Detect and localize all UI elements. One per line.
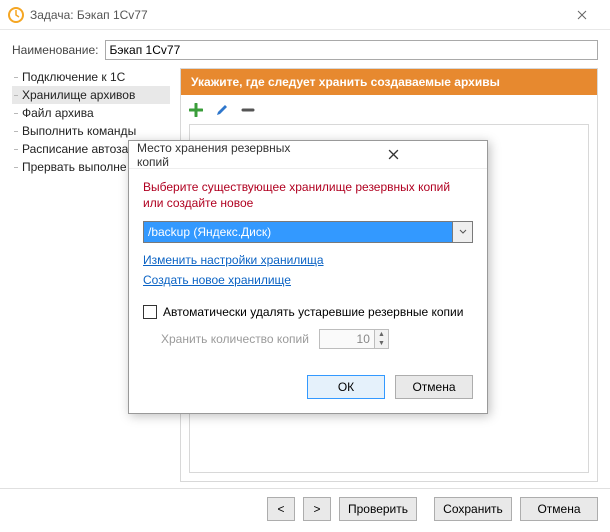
keep-copies-spinner[interactable]: ▲ ▼ <box>319 329 389 349</box>
keep-copies-input[interactable] <box>320 330 374 348</box>
pencil-icon[interactable] <box>215 103 229 117</box>
titlebar: Задача: Бэкап 1Cv77 <box>0 0 610 30</box>
separator <box>425 497 426 521</box>
sidebar-item-storage[interactable]: Хранилище архивов <box>12 86 170 104</box>
sidebar-item-commands[interactable]: Выполнить команды <box>12 122 170 140</box>
storage-modal: Место хранения резервных копий Выберите … <box>128 140 488 414</box>
storage-combo-value: /backup (Яндекс.Диск) <box>144 222 452 242</box>
modal-hint: Выберите существующее хранилище резервны… <box>143 179 473 211</box>
spinner-up-icon[interactable]: ▲ <box>375 330 388 339</box>
window-title: Задача: Бэкап 1Cv77 <box>30 8 562 22</box>
storage-combo[interactable]: /backup (Яндекс.Диск) <box>143 221 473 243</box>
modal-close-icon[interactable] <box>308 143 479 167</box>
modal-body: Выберите существующее хранилище резервны… <box>129 169 487 365</box>
link-new-storage[interactable]: Создать новое хранилище <box>143 273 291 287</box>
close-icon[interactable] <box>562 1 602 29</box>
auto-delete-label: Автоматически удалять устаревшие резервн… <box>163 305 463 319</box>
sidebar-item-connection[interactable]: Подключение к 1С <box>12 68 170 86</box>
modal-ok-button[interactable]: ОК <box>307 375 385 399</box>
app-icon <box>8 7 24 23</box>
modal-cancel-button[interactable]: Отмена <box>395 375 473 399</box>
modal-titlebar: Место хранения резервных копий <box>129 141 487 169</box>
keep-copies-row: Хранить количество копий ▲ ▼ <box>161 329 473 349</box>
link-edit-storage[interactable]: Изменить настройки хранилища <box>143 253 324 267</box>
keep-copies-label: Хранить количество копий <box>161 332 309 346</box>
spinner-buttons: ▲ ▼ <box>374 330 388 348</box>
auto-delete-row: Автоматически удалять устаревшие резервн… <box>143 305 473 319</box>
auto-delete-checkbox[interactable] <box>143 305 157 319</box>
minus-icon[interactable] <box>241 103 255 117</box>
check-button[interactable]: Проверить <box>339 497 417 521</box>
sidebar-item-archive-file[interactable]: Файл архива <box>12 104 170 122</box>
content-toolbar <box>181 95 597 122</box>
cancel-button[interactable]: Отмена <box>520 497 598 521</box>
chevron-down-icon[interactable] <box>452 222 472 242</box>
name-row: Наименование: <box>0 30 610 68</box>
modal-footer: ОК Отмена <box>129 365 487 413</box>
plus-icon[interactable] <box>189 103 203 117</box>
forward-button[interactable]: > <box>303 497 331 521</box>
save-button[interactable]: Сохранить <box>434 497 512 521</box>
name-label: Наименование: <box>12 43 99 57</box>
spinner-down-icon[interactable]: ▼ <box>375 339 388 348</box>
footer: < > Проверить Сохранить Отмена <box>0 488 610 529</box>
modal-title: Место хранения резервных копий <box>137 141 308 169</box>
back-button[interactable]: < <box>267 497 295 521</box>
name-input[interactable] <box>105 40 598 60</box>
content-header: Укажите, где следует хранить создаваемые… <box>181 69 597 95</box>
